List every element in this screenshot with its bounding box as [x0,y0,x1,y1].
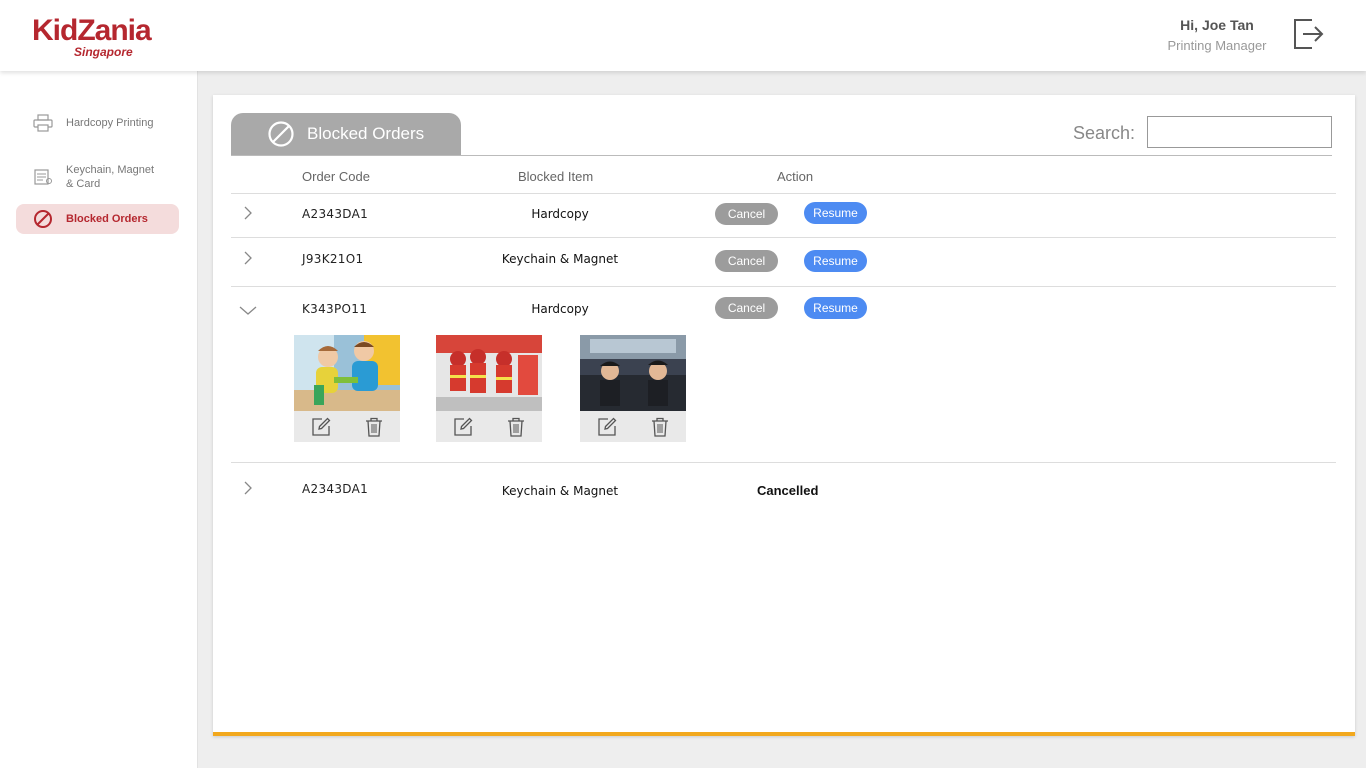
divider [231,155,1332,156]
kidzania-logo[interactable]: KidZania Singapore [32,14,172,60]
block-icon [32,208,54,230]
table-row: A2343DA1 Keychain & Magnet Cancelled [231,463,1336,513]
photo-thumbnail [294,335,400,443]
blocked-item: Keychain & Magnet [501,252,619,266]
chevron-right-icon[interactable] [241,251,255,265]
column-header-blocked-item: Blocked Item [518,169,594,184]
column-header-order-code: Order Code [302,169,370,184]
table-row: J93K21O1 Keychain & Magnet Cancel Resume [231,238,1336,286]
order-code: A2343DA1 [302,482,369,496]
order-code: A2343DA1 [302,207,369,221]
sidebar-item-hardcopy-printing[interactable]: Hardcopy Printing [16,109,179,137]
sidebar-item-keychain-magnet-card[interactable]: Keychain, Magnet & Card [16,161,179,193]
edit-icon[interactable] [310,416,332,438]
top-bar: KidZania Singapore Hi, Joe Tan Printing … [0,0,1366,71]
blocked-item: Hardcopy [531,207,589,221]
trash-icon[interactable] [505,416,527,438]
user-info: Hi, Joe Tan Printing Manager [1162,17,1272,53]
thumbnail-actions [294,411,400,442]
user-role: Printing Manager [1167,38,1267,53]
sidebar-item-label: Keychain, Magnet & Card [66,164,155,190]
thumbnail-actions [580,411,686,442]
blocked-item: Hardcopy [531,302,589,316]
column-header-action: Action [777,169,814,184]
resume-button[interactable]: Resume [804,297,867,319]
trash-icon[interactable] [649,416,671,438]
photo-thumbnail [580,335,686,443]
logo-subtitle: Singapore [74,45,133,59]
logo-wordmark: KidZania [32,14,152,47]
edit-icon[interactable] [452,416,474,438]
thumbnail-actions [436,411,542,442]
tab-label: Blocked Orders [307,124,425,143]
sidebar-item-label: Blocked Orders [66,213,148,225]
printer-icon [32,112,54,134]
table-row: A2343DA1 Hardcopy Cancel Resume [231,194,1336,238]
resume-button[interactable]: Resume [804,250,867,272]
order-code: J93K21O1 [302,252,364,266]
order-code: K343PO11 [302,302,368,316]
keychain-icon [32,166,54,188]
sidebar-item-blocked-orders[interactable]: Blocked Orders [16,204,179,234]
chevron-right-icon[interactable] [241,206,255,220]
chevron-right-icon[interactable] [241,481,255,495]
sidebar-item-label: Hardcopy Printing [66,117,154,129]
edit-icon[interactable] [596,416,618,438]
kids-pilots-photo[interactable] [580,335,686,411]
cancel-button[interactable]: Cancel [715,203,778,225]
user-greeting: Hi, Joe Tan [1180,17,1254,33]
chevron-down-icon[interactable] [239,303,257,317]
resume-button[interactable]: Resume [804,202,867,224]
logout-icon[interactable] [1290,15,1326,53]
block-icon [267,120,295,148]
sidebar: Hardcopy Printing Keychain, Magnet & Car… [0,71,198,768]
table-row-expanded: K343PO11 Hardcopy Cancel Resume [231,287,1336,462]
search-input[interactable] [1147,116,1332,148]
search-label: Search: [1073,123,1136,143]
status-cancelled: Cancelled [757,483,819,498]
kids-playing-photo[interactable] [294,335,400,411]
trash-icon[interactable] [363,416,385,438]
cancel-button[interactable]: Cancel [715,297,778,319]
blocked-orders-panel: Blocked Orders Search: Order Code Blocke… [213,95,1355,736]
blocked-item: Keychain & Magnet [501,484,619,498]
kids-firefighters-photo[interactable] [436,335,542,411]
tab-blocked-orders[interactable]: Blocked Orders [231,113,461,155]
photo-thumbnail [436,335,542,443]
cancel-button[interactable]: Cancel [715,250,778,272]
